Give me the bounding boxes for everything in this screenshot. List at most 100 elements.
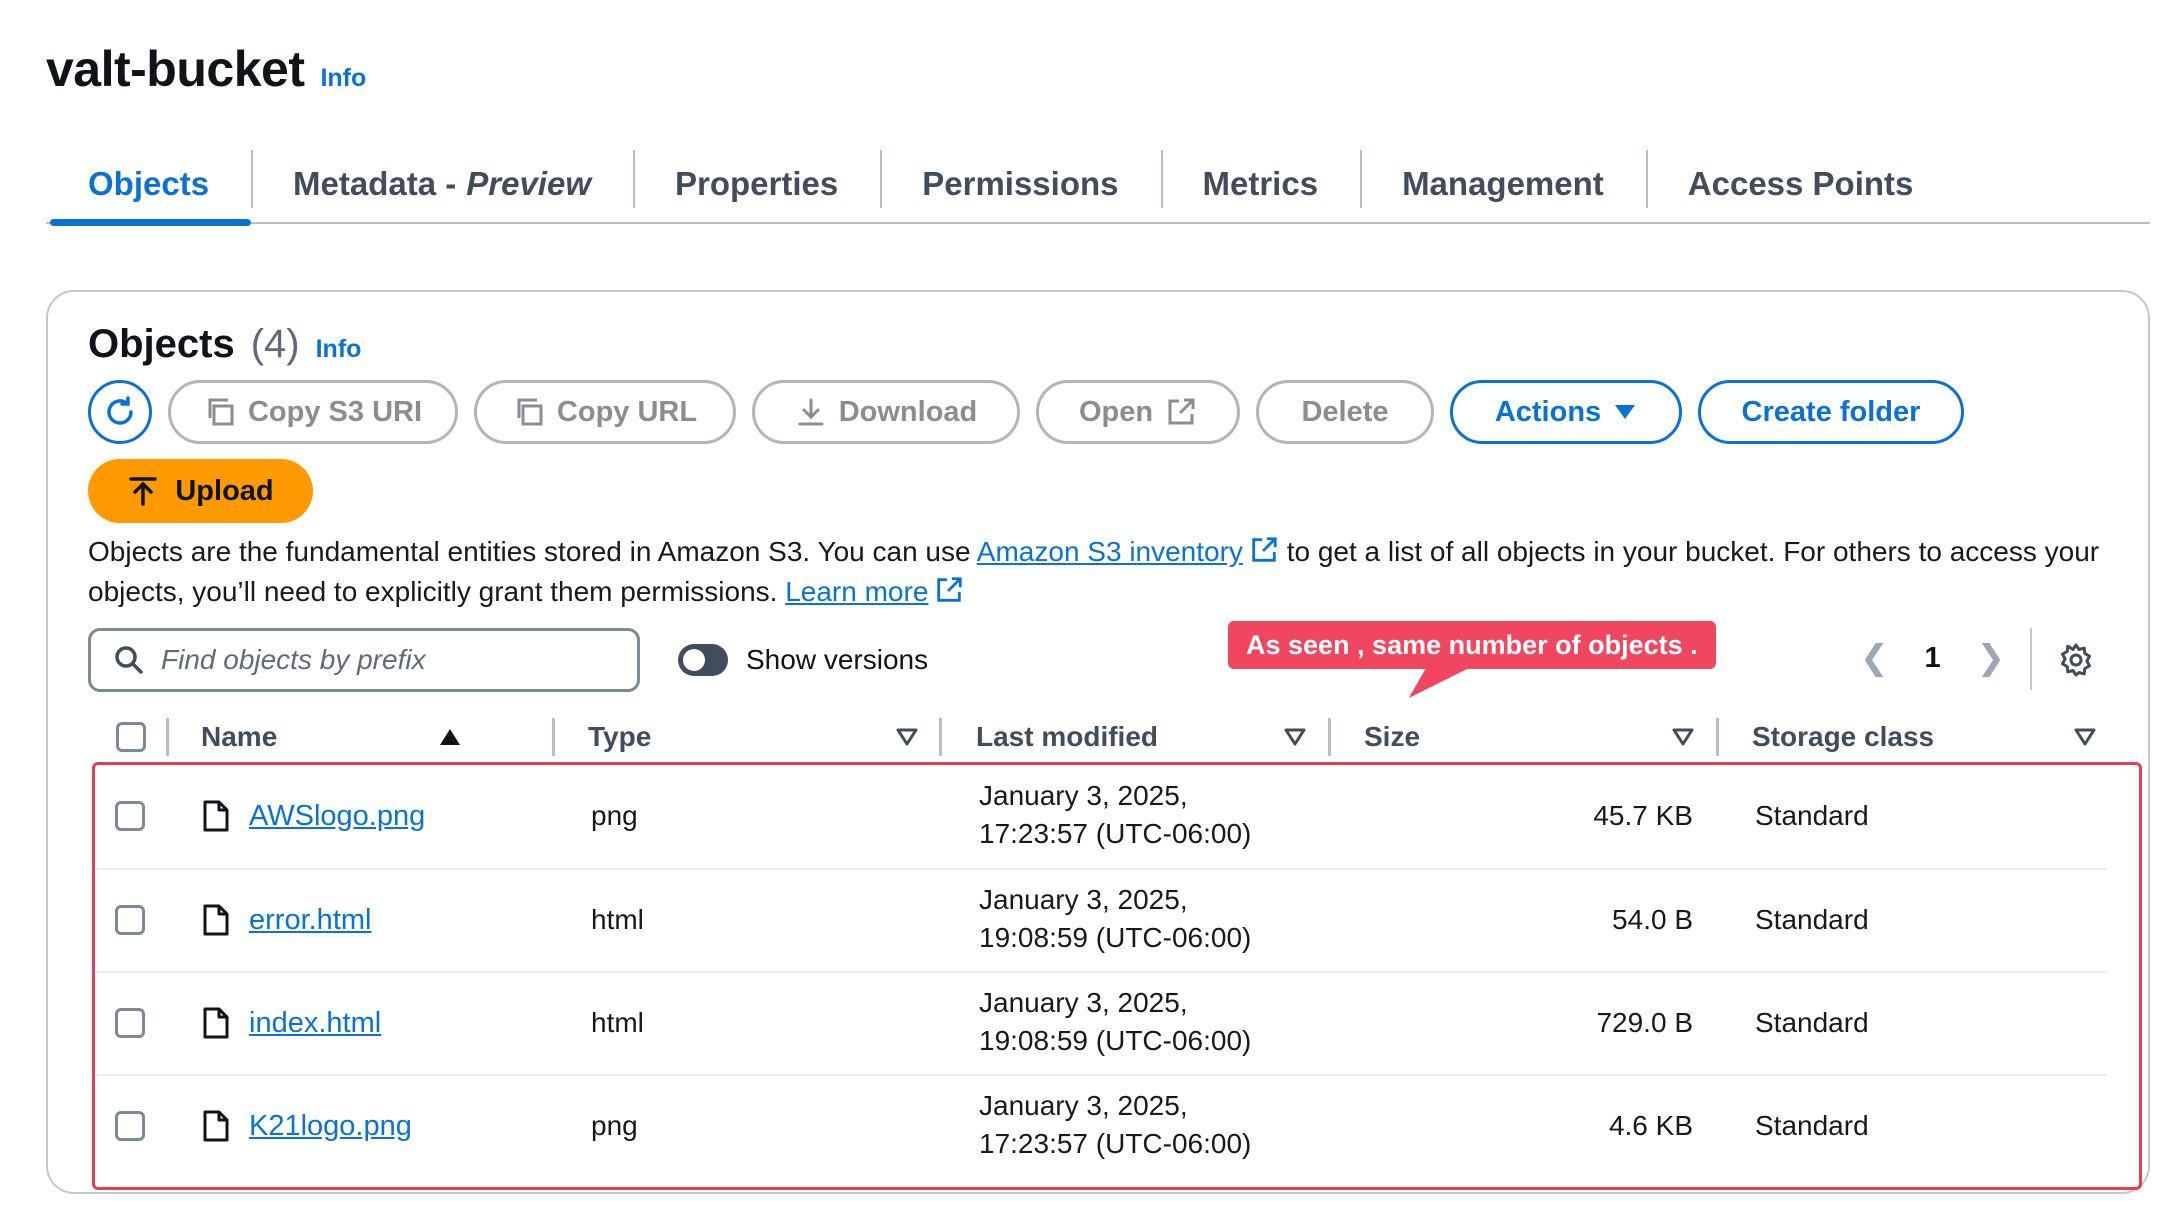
copy-url-label: Copy URL	[556, 395, 698, 428]
file-icon-cell	[203, 869, 229, 971]
object-storage-class-cell: Standard	[1755, 904, 1869, 935]
refresh-icon	[107, 396, 133, 425]
column-type-label: Type	[588, 721, 652, 752]
create-folder-button[interactable]: Create folder	[1698, 380, 1964, 444]
object-type-cell: png	[591, 1110, 638, 1141]
upload-label: Upload	[175, 474, 274, 507]
pagination-divider	[2030, 628, 2032, 690]
object-modified-cell: January 3, 2025, 19:08:59 (UTC-06:00)	[979, 972, 1251, 1074]
select-all-checkbox[interactable]	[116, 722, 146, 752]
actions-dropdown-button[interactable]: Actions	[1450, 380, 1682, 444]
show-versions-label: Show versions	[746, 644, 929, 675]
file-icon-cell	[203, 765, 229, 867]
tab-permissions-label: Permissions	[922, 165, 1119, 202]
column-name-label: Name	[201, 721, 278, 752]
object-size-cell: 4.6 KB	[1608, 1110, 1693, 1141]
column-last-modified-label: Last modified	[976, 721, 1159, 752]
external-link-icon	[1252, 537, 1277, 562]
select-all-cell	[116, 714, 146, 760]
tab-metrics[interactable]: Metrics	[1160, 144, 1361, 224]
search-input[interactable]	[161, 644, 601, 676]
delete-label: Delete	[1301, 395, 1389, 428]
objects-title: Objects	[88, 322, 235, 366]
upload-icon	[129, 477, 158, 506]
gear-icon[interactable]	[2058, 642, 2094, 678]
object-size-cell: 54.0 B	[1612, 904, 1693, 935]
refresh-button[interactable]	[88, 380, 152, 444]
column-header-storage-class[interactable]: Storage class	[1752, 714, 2097, 760]
annotation-callout: As seen , same number of objects .	[1228, 621, 1716, 669]
tab-permissions[interactable]: Permissions	[880, 144, 1160, 224]
tab-metadata-preview: Preview	[466, 165, 591, 202]
object-name-link[interactable]: index.html	[249, 1007, 381, 1040]
tab-properties[interactable]: Properties	[633, 144, 880, 224]
tab-objects[interactable]: Objects	[46, 144, 252, 226]
s3-inventory-link[interactable]: Amazon S3 inventory	[977, 536, 1243, 567]
object-name-link[interactable]: AWSlogo.png	[249, 800, 425, 833]
prefix-search-box	[88, 628, 640, 692]
page-title: valt-bucket	[46, 41, 305, 97]
object-name-link[interactable]: K21logo.png	[249, 1110, 412, 1143]
object-modified-cell: January 3, 2025, 17:23:57 (UTC-06:00)	[979, 765, 1251, 867]
file-icon	[203, 800, 229, 832]
table-row[interactable]: AWSlogo.png png January 3, 2025, 17:23:5…	[95, 765, 2107, 867]
table-header: Name Type Last modified Size Storage cla…	[88, 714, 2106, 760]
table-row[interactable]: error.html html January 3, 2025, 19:08:5…	[95, 869, 2107, 971]
copy-url-button[interactable]: Copy URL	[474, 380, 736, 444]
object-name-cell: error.html	[249, 869, 371, 971]
tab-management[interactable]: Management	[1360, 144, 1646, 224]
page-header: valt-bucket Info	[46, 40, 366, 98]
tab-access-points[interactable]: Access Points	[1645, 144, 1956, 224]
objects-info-link[interactable]: Info	[316, 335, 362, 364]
file-icon	[203, 904, 229, 936]
row-checkbox[interactable]	[115, 905, 145, 935]
tab-properties-label: Properties	[675, 165, 839, 202]
upload-button[interactable]: Upload	[88, 459, 313, 523]
column-storage-class-label: Storage class	[1752, 721, 1935, 752]
sort-icon	[1672, 728, 1694, 746]
object-name-cell: K21logo.png	[249, 1075, 412, 1177]
download-button[interactable]: Download	[752, 380, 1020, 444]
object-size-cell: 45.7 KB	[1593, 800, 1693, 831]
object-storage-class-cell: Standard	[1755, 1110, 1869, 1141]
tab-metadata[interactable]: Metadata - Preview	[251, 144, 633, 224]
tab-metadata-label: Metadata -	[293, 165, 457, 202]
current-page-number[interactable]: 1	[1925, 642, 1941, 675]
chevron-left-icon[interactable]: ❮	[1860, 638, 1889, 678]
tab-metrics-label: Metrics	[1202, 165, 1319, 202]
modified-time: 17:23:57 (UTC-06:00)	[979, 818, 1252, 849]
bucket-tabs: Objects Metadata - Preview Properties Per…	[46, 144, 2150, 226]
copy-icon	[517, 398, 543, 426]
column-header-type[interactable]: Type	[588, 714, 928, 760]
object-modified-cell: January 3, 2025, 19:08:59 (UTC-06:00)	[979, 869, 1251, 971]
column-header-last-modified[interactable]: Last modified	[976, 714, 1316, 760]
copy-s3-uri-button[interactable]: Copy S3 URI	[168, 380, 458, 444]
show-versions-toggle[interactable]	[678, 644, 728, 676]
bucket-info-link[interactable]: Info	[320, 64, 366, 93]
row-checkbox-cell	[115, 869, 145, 971]
column-divider	[1716, 718, 1719, 756]
row-checkbox[interactable]	[115, 1008, 145, 1038]
object-modified-cell: January 3, 2025, 17:23:57 (UTC-06:00)	[979, 1075, 1251, 1177]
external-link-icon	[1168, 398, 1195, 425]
column-header-name[interactable]: Name	[201, 714, 466, 760]
sort-icon	[2074, 728, 2096, 746]
file-icon-cell	[203, 972, 229, 1074]
open-button[interactable]: Open	[1036, 380, 1240, 444]
column-header-size[interactable]: Size	[1364, 714, 1704, 760]
table-row[interactable]: index.html html January 3, 2025, 19:08:5…	[95, 972, 2107, 1074]
column-divider	[552, 718, 555, 756]
delete-button[interactable]: Delete	[1256, 380, 1434, 444]
open-label: Open	[1078, 395, 1154, 428]
row-checkbox[interactable]	[115, 801, 145, 831]
column-divider	[166, 718, 169, 756]
table-row[interactable]: K21logo.png png January 3, 2025, 17:23:5…	[95, 1075, 2107, 1177]
sort-icon	[896, 728, 918, 746]
chevron-right-icon[interactable]: ❯	[1977, 638, 2006, 678]
object-name-link[interactable]: error.html	[249, 904, 371, 937]
learn-more-link[interactable]: Learn more	[785, 576, 928, 607]
modified-date: January 3, 2025,	[979, 884, 1188, 915]
column-size-label: Size	[1364, 721, 1421, 752]
row-checkbox[interactable]	[115, 1111, 145, 1141]
tab-access-points-label: Access Points	[1687, 165, 1914, 202]
